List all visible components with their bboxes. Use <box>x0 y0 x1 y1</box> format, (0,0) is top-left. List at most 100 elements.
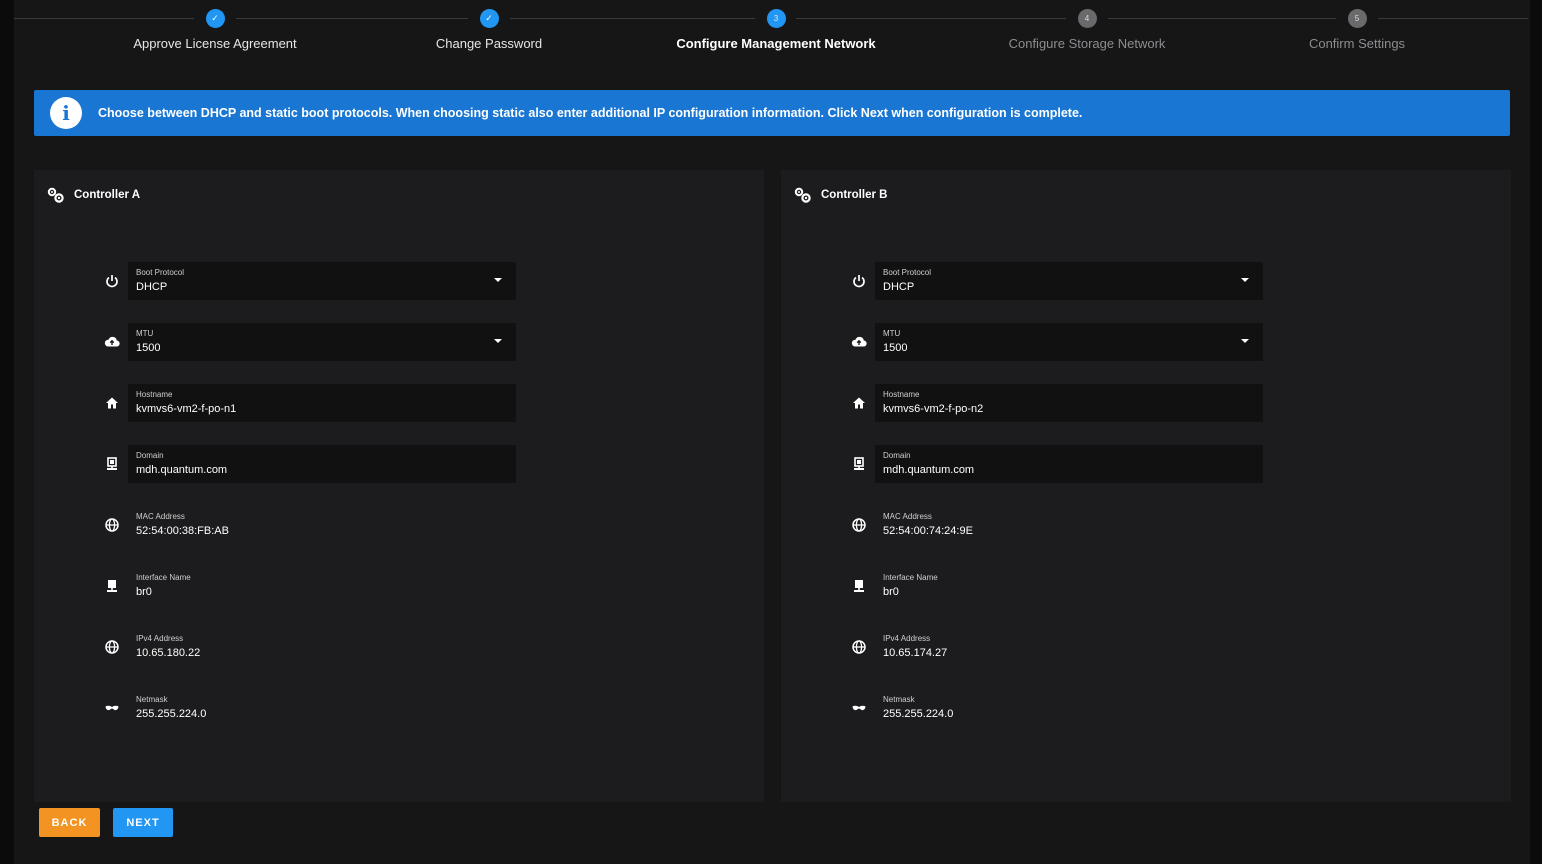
step-label: Confirm Settings <box>1308 36 1406 51</box>
power-icon <box>849 271 869 291</box>
info-banner: i Choose between DHCP and static boot pr… <box>34 90 1510 136</box>
field-label: Domain <box>136 451 164 460</box>
interface-name-display: Interface Name br0 <box>875 567 1263 605</box>
field-value: DHCP <box>136 281 168 293</box>
hostname-row: Hostname kvmvs6-vm2-f-po-n2 <box>849 384 1269 422</box>
step-confirm-settings: 5 Confirm Settings <box>1227 9 1487 51</box>
mtu-select[interactable]: MTU 1500 <box>128 323 516 361</box>
field-label: Boot Protocol <box>883 268 932 277</box>
check-icon: ✓ <box>205 9 225 28</box>
field-label: MTU <box>883 329 901 338</box>
info-icon: i <box>50 97 82 129</box>
field-value: 10.65.180.22 <box>136 647 201 659</box>
controller-b-panel: Controller B Boot Protocol DHCP MTU 1500… <box>781 170 1511 802</box>
ipv4-display: IPv4 Address 10.65.180.22 <box>128 628 516 666</box>
domain-row: Domain mdh.quantum.com <box>849 445 1269 483</box>
domain-field[interactable]: Domain mdh.quantum.com <box>875 445 1263 483</box>
step-number: 4 <box>1077 9 1097 28</box>
server-icon <box>102 454 122 474</box>
caret-down-icon <box>494 278 502 282</box>
controller-a-panel: Controller A Boot Protocol DHCP MTU 1500… <box>34 170 764 802</box>
globe-icon <box>102 515 122 535</box>
wizard-stepper: ✓ Approve License Agreement ✓ Change Pas… <box>0 0 1542 70</box>
interface-name-row: Interface Name br0 <box>102 567 522 605</box>
step-label: Approve License Agreement <box>133 36 297 51</box>
globe-icon <box>849 637 869 657</box>
home-icon <box>102 393 122 413</box>
field-value: 1500 <box>883 342 908 354</box>
mac-address-display: MAC Address 52:54:00:38:FB:AB <box>128 506 516 544</box>
caret-down-icon <box>1241 278 1249 282</box>
field-label: MAC Address <box>883 512 932 521</box>
field-value: 1500 <box>136 342 161 354</box>
hostname-field[interactable]: Hostname kvmvs6-vm2-f-po-n1 <box>128 384 516 422</box>
field-label: Hostname <box>883 390 920 399</box>
home-icon <box>849 393 869 413</box>
hostname-field[interactable]: Hostname kvmvs6-vm2-f-po-n2 <box>875 384 1263 422</box>
check-icon: ✓ <box>479 9 499 28</box>
field-value: 52:54:00:38:FB:AB <box>136 525 229 537</box>
netmask-row: Netmask 255.255.224.0 <box>849 689 1269 727</box>
field-value: 52:54:00:74:24:9E <box>883 525 973 537</box>
next-button[interactable]: NEXT <box>113 808 173 837</box>
netmask-display: Netmask 255.255.224.0 <box>128 689 516 727</box>
mtu-row: MTU 1500 <box>849 323 1269 361</box>
banner-text: Choose between DHCP and static boot prot… <box>98 106 1083 120</box>
field-label: Boot Protocol <box>136 268 185 277</box>
server-icon <box>849 454 869 474</box>
step-label: Change Password <box>435 36 543 51</box>
mac-address-row: MAC Address 52:54:00:74:24:9E <box>849 506 1269 544</box>
mtu-select[interactable]: MTU 1500 <box>875 323 1263 361</box>
field-label: Interface Name <box>883 573 938 582</box>
panel-title: Controller A <box>74 189 141 201</box>
boot-protocol-select[interactable]: Boot Protocol DHCP <box>875 262 1263 300</box>
field-label: Netmask <box>883 695 915 704</box>
step-label: Configure Management Network <box>676 36 876 51</box>
field-value: 255.255.224.0 <box>136 708 207 720</box>
field-value: br0 <box>136 586 152 598</box>
boot-protocol-row: Boot Protocol DHCP <box>102 262 522 300</box>
ipv4-display: IPv4 Address 10.65.174.27 <box>875 628 1263 666</box>
boot-protocol-row: Boot Protocol DHCP <box>849 262 1269 300</box>
field-label: IPv4 Address <box>136 634 184 643</box>
field-value: kvmvs6-vm2-f-po-n1 <box>136 403 237 415</box>
step-number: 3 <box>766 9 786 28</box>
field-value: kvmvs6-vm2-f-po-n2 <box>883 403 984 415</box>
gears-icon <box>794 187 811 203</box>
mtu-row: MTU 1500 <box>102 323 522 361</box>
field-value: 255.255.224.0 <box>883 708 954 720</box>
step-label: Configure Storage Network <box>1008 36 1166 51</box>
field-value: mdh.quantum.com <box>136 464 228 476</box>
network-port-icon <box>849 576 869 596</box>
field-label: MTU <box>136 329 154 338</box>
ipv4-row: IPv4 Address 10.65.174.27 <box>849 628 1269 666</box>
step-number: 5 <box>1347 9 1367 28</box>
netmask-row: Netmask 255.255.224.0 <box>102 689 522 727</box>
back-button[interactable]: BACK <box>39 808 100 837</box>
field-label: Netmask <box>136 695 168 704</box>
domain-field[interactable]: Domain mdh.quantum.com <box>128 445 516 483</box>
field-value: DHCP <box>883 281 915 293</box>
step-approve-license[interactable]: ✓ Approve License Agreement <box>85 9 345 51</box>
field-value: mdh.quantum.com <box>883 464 975 476</box>
field-label: Hostname <box>136 390 173 399</box>
ipv4-row: IPv4 Address 10.65.180.22 <box>102 628 522 666</box>
power-icon <box>102 271 122 291</box>
field-label: Interface Name <box>136 573 191 582</box>
boot-protocol-select[interactable]: Boot Protocol DHCP <box>128 262 516 300</box>
caret-down-icon <box>1241 339 1249 343</box>
step-change-password[interactable]: ✓ Change Password <box>359 9 619 51</box>
caret-down-icon <box>494 339 502 343</box>
gears-icon <box>47 187 64 203</box>
cloud-upload-icon <box>102 332 122 352</box>
domain-row: Domain mdh.quantum.com <box>102 445 522 483</box>
panel-header: Controller A <box>46 186 140 204</box>
step-configure-management-network[interactable]: 3 Configure Management Network <box>646 9 906 51</box>
field-label: IPv4 Address <box>883 634 931 643</box>
field-value: br0 <box>883 586 899 598</box>
hostname-row: Hostname kvmvs6-vm2-f-po-n1 <box>102 384 522 422</box>
panel-header: Controller B <box>793 186 887 204</box>
mac-address-row: MAC Address 52:54:00:38:FB:AB <box>102 506 522 544</box>
network-port-icon <box>102 576 122 596</box>
field-label: Domain <box>883 451 911 460</box>
